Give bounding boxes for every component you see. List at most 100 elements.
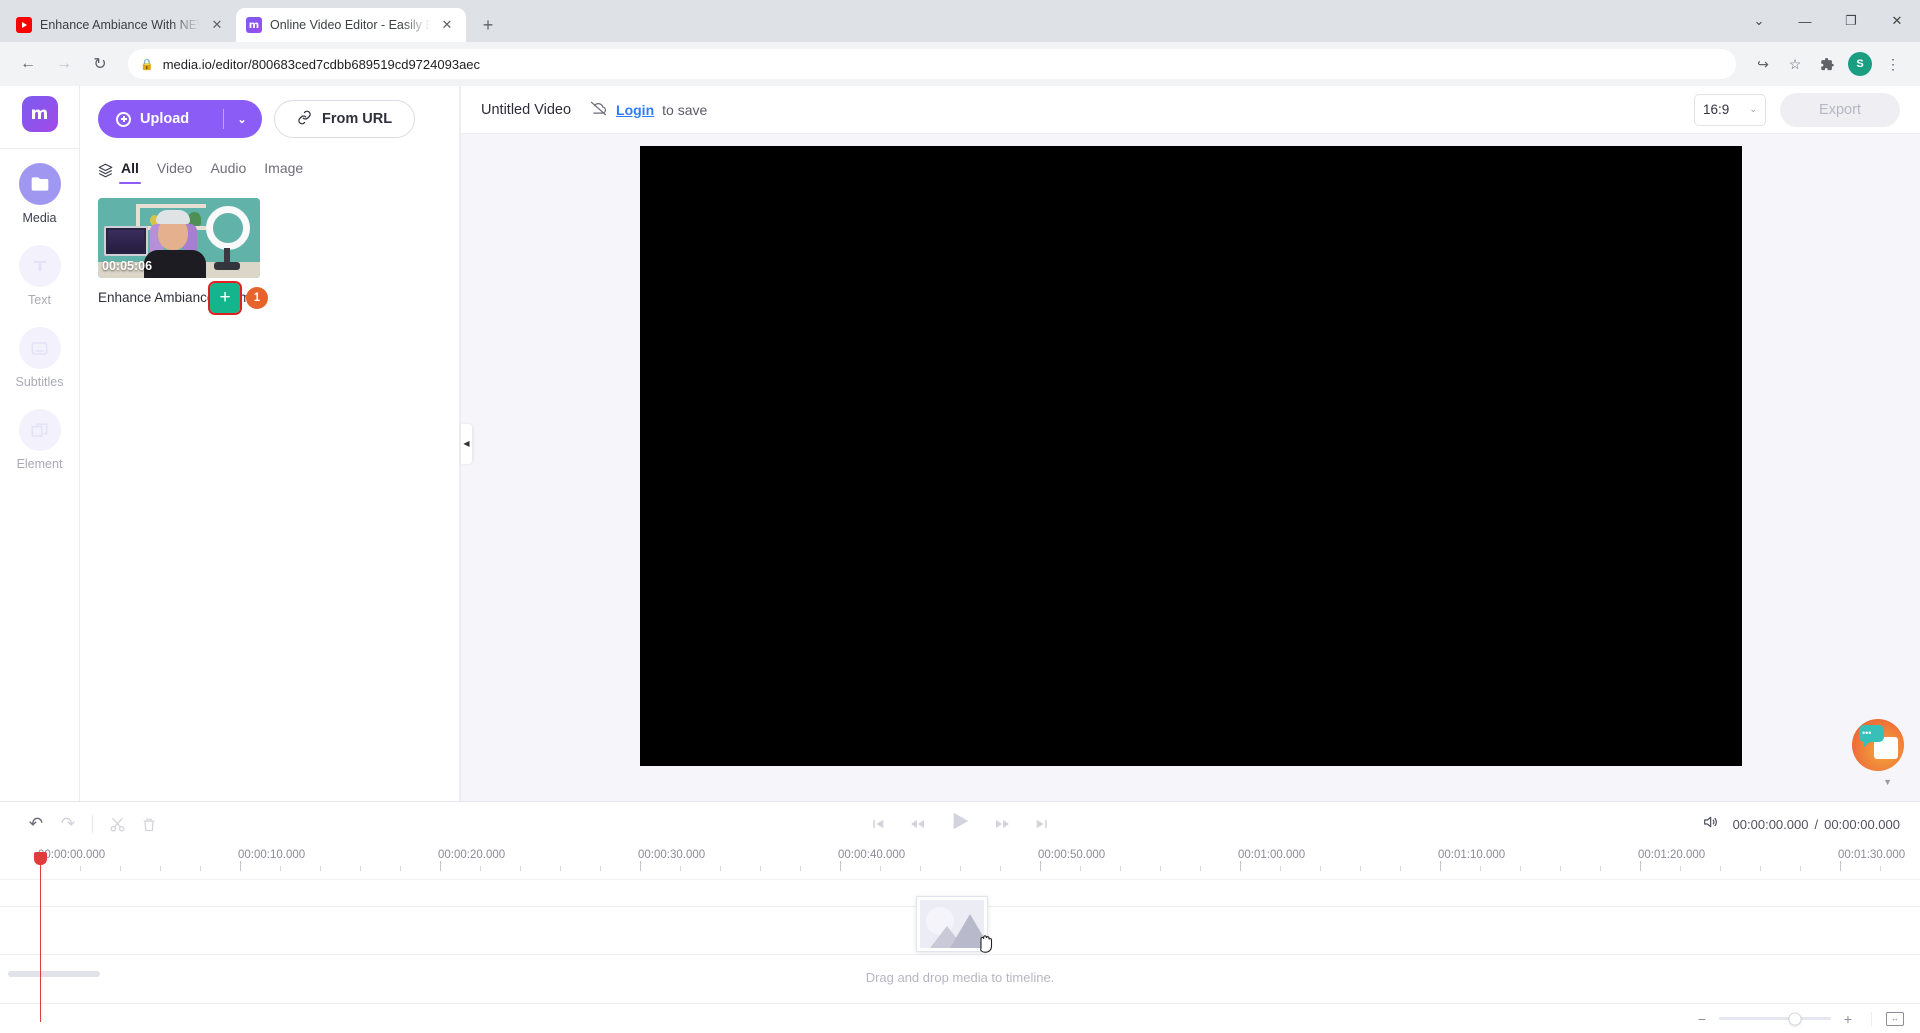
- forward-icon[interactable]: →: [48, 48, 80, 80]
- element-icon: [19, 409, 61, 451]
- tab-image[interactable]: Image: [264, 160, 303, 184]
- ruler-tick: [120, 866, 121, 871]
- chevron-down-icon[interactable]: ⌄: [226, 113, 258, 126]
- page-title[interactable]: Untitled Video: [481, 102, 571, 118]
- minimize-icon[interactable]: —: [1782, 0, 1828, 42]
- media-actions: Upload ⌄ From URL: [98, 100, 441, 138]
- sidebar-item-subtitles[interactable]: Subtitles: [0, 327, 79, 389]
- rail-divider: [0, 148, 79, 149]
- preview-area: Untitled Video Login to save 16:9 ⌄ Expo…: [460, 86, 1920, 801]
- timeline-tracks[interactable]: Drag and drop media to timeline.: [0, 880, 1920, 1003]
- undo-button[interactable]: ↶: [20, 808, 52, 840]
- speaker-icon[interactable]: [1701, 814, 1719, 835]
- fit-to-screen-button[interactable]: ↔: [1871, 1012, 1904, 1026]
- skip-to-end-button[interactable]: [1034, 817, 1050, 831]
- fast-forward-button[interactable]: [993, 817, 1012, 831]
- ruler-tick: [1320, 866, 1321, 871]
- sidebar-item-text[interactable]: Text: [0, 245, 79, 307]
- tab-search-icon[interactable]: ⌄: [1736, 0, 1782, 42]
- delete-button[interactable]: [133, 808, 165, 840]
- link-icon: [297, 110, 312, 129]
- ruler-tick: [1800, 866, 1801, 871]
- ruler-label: 00:01:20.000: [1638, 849, 1705, 861]
- share-icon[interactable]: ↪: [1748, 49, 1778, 79]
- browser-menu-icon[interactable]: ⋮: [1878, 49, 1908, 79]
- timeline-horizontal-scrollbar[interactable]: [8, 971, 100, 977]
- from-url-button[interactable]: From URL: [274, 100, 415, 138]
- profile-avatar[interactable]: S: [1848, 52, 1872, 76]
- browser-tab-1-close-icon[interactable]: ✕: [208, 16, 226, 34]
- login-link[interactable]: Login: [616, 102, 654, 118]
- ruler-tick: [1160, 866, 1161, 871]
- chat-collapse-caret-icon[interactable]: ▼: [1883, 777, 1892, 787]
- ruler-label: 00:00:30.000: [638, 849, 705, 861]
- back-icon[interactable]: ←: [12, 48, 44, 80]
- youtube-icon: [16, 17, 32, 33]
- address-bar-url: media.io/editor/800683ced7cdbb689519cd97…: [163, 57, 480, 72]
- ruler-tick: [920, 866, 921, 871]
- subtitles-icon: [19, 327, 61, 369]
- tab-audio[interactable]: Audio: [210, 160, 246, 184]
- zoom-in-button[interactable]: +: [1841, 1011, 1855, 1027]
- sidebar-item-subtitles-label: Subtitles: [16, 375, 64, 389]
- ruler-tick: [80, 866, 81, 871]
- media-thumbnail[interactable]: 00:05:06: [98, 198, 260, 278]
- upload-button[interactable]: Upload ⌄: [98, 100, 262, 138]
- split-button[interactable]: [101, 808, 133, 840]
- browser-tab-1-title: Enhance Ambiance With NEW Vi: [40, 18, 200, 32]
- rewind-button[interactable]: [908, 817, 927, 831]
- extensions-puzzle-icon[interactable]: [1812, 49, 1842, 79]
- current-time: 00:00:00.000: [1733, 817, 1809, 832]
- address-bar[interactable]: 🔒 media.io/editor/800683ced7cdbb689519cd…: [128, 49, 1736, 79]
- ruler-tick: [1480, 866, 1481, 871]
- toolbar-divider: [92, 815, 93, 833]
- window-controls: ⌄ — ❐ ✕: [1736, 0, 1920, 42]
- browser-tab-2-close-icon[interactable]: ✕: [438, 16, 456, 34]
- aspect-ratio-select[interactable]: 16:9 ⌄: [1694, 94, 1766, 126]
- chat-support-icon[interactable]: •••: [1852, 719, 1904, 771]
- maximize-icon[interactable]: ❐: [1828, 0, 1874, 42]
- video-preview-canvas[interactable]: [640, 146, 1742, 766]
- time-separator: /: [1814, 817, 1818, 832]
- tab-all[interactable]: All: [121, 160, 139, 184]
- bookmark-star-icon[interactable]: ☆: [1780, 49, 1810, 79]
- export-button[interactable]: Export: [1780, 93, 1900, 127]
- browser-tab-2-title: Online Video Editor - Easily Edit a: [270, 18, 430, 32]
- zoom-slider-knob[interactable]: [1789, 1012, 1802, 1025]
- ruler-tick: [800, 866, 801, 871]
- zoom-slider[interactable]: [1719, 1017, 1831, 1020]
- sidebar-item-media[interactable]: Media: [0, 163, 79, 225]
- ruler-label: 00:00:10.000: [238, 849, 305, 861]
- close-window-icon[interactable]: ✕: [1874, 0, 1920, 42]
- browser-tab-bar: Enhance Ambiance With NEW Vi ✕ m Online …: [0, 0, 1920, 42]
- zoom-out-button[interactable]: −: [1695, 1011, 1709, 1027]
- media-item[interactable]: 00:05:06 + 1 Enhance Ambiance ... .mp4: [98, 198, 260, 305]
- skip-to-start-button[interactable]: [870, 817, 886, 831]
- sidebar-item-element[interactable]: Element: [0, 409, 79, 471]
- ruler-label: 00:01:10.000: [1438, 849, 1505, 861]
- playhead-knob[interactable]: [34, 852, 47, 865]
- app-logo[interactable]: m: [22, 96, 58, 132]
- new-tab-button[interactable]: +: [474, 11, 502, 39]
- browser-toolbar-actions: ↪ ☆ S ⋮: [1748, 49, 1908, 79]
- ruler-tick: [520, 866, 521, 871]
- lock-icon: 🔒: [140, 58, 154, 71]
- ruler-label: 00:01:30.000: [1838, 849, 1905, 861]
- browser-tab-1[interactable]: Enhance Ambiance With NEW Vi ✕: [6, 8, 236, 42]
- add-to-timeline-button[interactable]: +: [210, 283, 240, 313]
- play-button[interactable]: [949, 810, 971, 839]
- ruler-tick: [1400, 866, 1401, 871]
- ruler-tick: [1240, 861, 1241, 871]
- collapse-panel-handle[interactable]: ◀: [461, 424, 472, 464]
- browser-toolbar: ← → ↻ 🔒 media.io/editor/800683ced7cdbb68…: [0, 42, 1920, 86]
- ruler-tick: [320, 866, 321, 871]
- browser-tab-2[interactable]: m Online Video Editor - Easily Edit a ✕: [236, 8, 466, 42]
- redo-button[interactable]: ↷: [52, 808, 84, 840]
- ruler-tick: [680, 866, 681, 871]
- tab-video[interactable]: Video: [157, 160, 193, 184]
- ruler-tick: [560, 866, 561, 871]
- timeline-ruler[interactable]: 00:00:00.00000:00:10.00000:00:20.00000:0…: [0, 846, 1920, 880]
- ruler-tick: [1560, 866, 1561, 871]
- reload-icon[interactable]: ↻: [84, 48, 116, 80]
- playhead[interactable]: [40, 862, 41, 1022]
